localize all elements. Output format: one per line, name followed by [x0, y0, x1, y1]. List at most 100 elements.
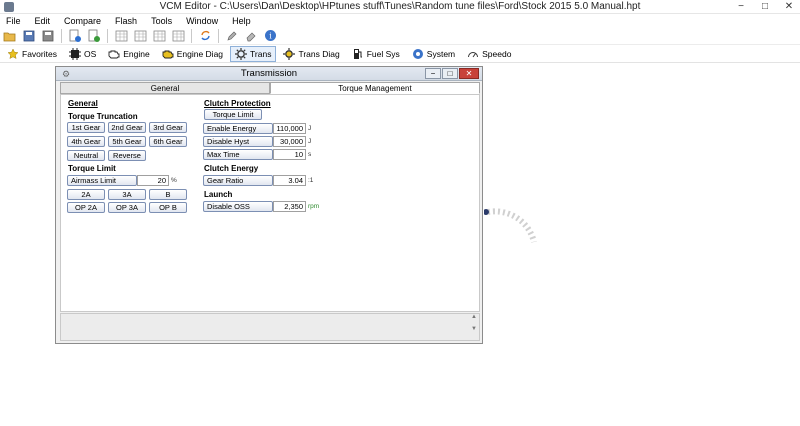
engine-icon	[108, 50, 120, 58]
info-document-icon[interactable]	[67, 28, 83, 43]
table-icon[interactable]	[170, 28, 186, 43]
menu-window[interactable]: Window	[186, 16, 218, 26]
scroll-up-icon[interactable]: ▲	[469, 314, 479, 320]
nav-trans[interactable]: Trans	[230, 45, 277, 62]
transmission-window[interactable]: ⚙ Transmission − □ ✕ General Torque Mana…	[55, 66, 483, 344]
enable-energy-label[interactable]: Enable Energy	[203, 123, 273, 134]
neutral-button[interactable]: Neutral	[67, 150, 105, 161]
nav-fuel-sys[interactable]: Fuel Sys	[347, 46, 405, 62]
torque-management-panel: General Torque Truncation 1st Gear 2nd G…	[60, 94, 480, 312]
table-icon[interactable]	[113, 28, 129, 43]
toolbar-separator	[218, 28, 219, 43]
menu-edit[interactable]: Edit	[35, 16, 51, 26]
speedometer-graphic	[484, 208, 537, 243]
max-time-label[interactable]: Max Time	[203, 149, 273, 160]
child-minimize-icon[interactable]: −	[425, 68, 441, 79]
child-restore-icon[interactable]: □	[442, 68, 458, 79]
max-time-field: Max Time 10 s	[203, 149, 311, 160]
6th-gear-button[interactable]: 6th Gear	[149, 136, 187, 147]
tab-torque-management[interactable]: Torque Management	[270, 82, 480, 94]
disable-hyst-value[interactable]: 30,000	[273, 136, 306, 147]
2a-button[interactable]: 2A	[67, 189, 105, 200]
nav-system[interactable]: System	[407, 46, 460, 62]
enable-energy-field: Enable Energy 110,000 J	[203, 123, 311, 134]
fuel-pump-icon	[353, 48, 362, 59]
table-icon[interactable]	[132, 28, 148, 43]
menu-compare[interactable]: Compare	[64, 16, 101, 26]
op-3a-button[interactable]: OP 3A	[108, 202, 146, 213]
open-folder-icon[interactable]	[2, 28, 18, 43]
menu-file[interactable]: File	[6, 16, 21, 26]
general-heading: General	[68, 99, 98, 108]
3a-button[interactable]: 3A	[108, 189, 146, 200]
menu-flash[interactable]: Flash	[115, 16, 137, 26]
nav-engine-diag[interactable]: Engine Diag	[157, 46, 228, 62]
gear-ratio-field: Gear Ratio 3.04 :1	[203, 175, 313, 186]
nav-engine[interactable]: Engine	[103, 46, 154, 62]
save-icon[interactable]	[21, 28, 37, 43]
icon-toolbar: i	[0, 27, 800, 45]
info-icon[interactable]: i	[262, 28, 278, 43]
clutch-protection-heading: Clutch Protection	[204, 99, 271, 108]
5th-gear-button[interactable]: 5th Gear	[108, 136, 146, 147]
compare-document-icon[interactable]	[86, 28, 102, 43]
toolbar-separator	[61, 28, 62, 43]
nav-os[interactable]: OS	[64, 46, 101, 62]
enable-energy-unit: J	[308, 125, 312, 132]
airmass-limit-field: Airmass Limit 20 %	[67, 175, 177, 186]
minimize-icon[interactable]: −	[734, 0, 748, 13]
table-icon[interactable]	[151, 28, 167, 43]
nav-favorites[interactable]: Favorites	[2, 46, 62, 62]
chip-icon	[68, 47, 81, 60]
transmission-tabs: General Torque Management	[60, 82, 480, 94]
torque-limit-button[interactable]: Torque Limit	[204, 109, 262, 120]
tab-general[interactable]: General	[60, 82, 270, 94]
disable-oss-label[interactable]: Disable OSS	[203, 201, 273, 212]
menu-tools[interactable]: Tools	[151, 16, 172, 26]
4th-gear-button[interactable]: 4th Gear	[67, 136, 105, 147]
window-controls: − □ ✕	[734, 0, 796, 13]
disable-oss-field: Disable OSS 2,350 rpm	[203, 201, 319, 212]
b-button[interactable]: B	[149, 189, 187, 200]
disable-oss-unit: rpm	[308, 203, 320, 210]
pencil-icon[interactable]	[224, 28, 240, 43]
max-time-unit: s	[308, 151, 312, 158]
1st-gear-button[interactable]: 1st Gear	[67, 122, 105, 133]
transmission-title-bar[interactable]: ⚙ Transmission − □ ✕	[56, 67, 482, 81]
max-time-value[interactable]: 10	[273, 149, 306, 160]
enable-energy-value[interactable]: 110,000	[273, 123, 306, 134]
airmass-limit-unit: %	[171, 177, 177, 184]
op-b-button[interactable]: OP B	[149, 202, 187, 213]
gear-ratio-label[interactable]: Gear Ratio	[203, 175, 273, 186]
transmission-title: Transmission	[240, 68, 298, 79]
op-2a-button[interactable]: OP 2A	[67, 202, 105, 213]
eraser-icon[interactable]	[243, 28, 259, 43]
close-icon[interactable]: ✕	[782, 0, 796, 13]
window-title: VCM Editor - C:\Users\Dan\Desktop\HPtune…	[159, 1, 641, 12]
refresh-icon[interactable]	[197, 28, 213, 43]
save-as-icon[interactable]	[40, 28, 56, 43]
airmass-limit-label[interactable]: Airmass Limit	[67, 175, 137, 186]
airmass-limit-value[interactable]: 20	[137, 175, 169, 186]
scroll-down-icon[interactable]: ▼	[469, 326, 479, 332]
nav-speedo[interactable]: Speedo	[462, 46, 516, 62]
torque-truncation-heading: Torque Truncation	[68, 112, 138, 121]
disable-oss-value[interactable]: 2,350	[273, 201, 306, 212]
nav-trans-diag[interactable]: Trans Diag	[278, 46, 344, 62]
gear-diag-icon	[283, 47, 296, 60]
menu-bar: File Edit Compare Flash Tools Window Hel…	[0, 14, 800, 27]
star-icon	[7, 47, 19, 59]
gear-icon	[235, 47, 248, 60]
disable-hyst-label[interactable]: Disable Hyst	[203, 136, 273, 147]
title-bar: VCM Editor - C:\Users\Dan\Desktop\HPtune…	[0, 0, 800, 14]
3rd-gear-button[interactable]: 3rd Gear	[149, 122, 187, 133]
reverse-button[interactable]: Reverse	[108, 150, 146, 161]
child-close-icon[interactable]: ✕	[459, 68, 479, 79]
maximize-icon[interactable]: □	[758, 0, 772, 13]
2nd-gear-button[interactable]: 2nd Gear	[108, 122, 146, 133]
menu-help[interactable]: Help	[232, 16, 251, 26]
gear-ratio-value[interactable]: 3.04	[273, 175, 306, 186]
system-icon	[412, 48, 423, 59]
clutch-energy-heading: Clutch Energy	[204, 164, 259, 173]
status-scrollbar[interactable]: ▲ ▼	[469, 314, 479, 340]
